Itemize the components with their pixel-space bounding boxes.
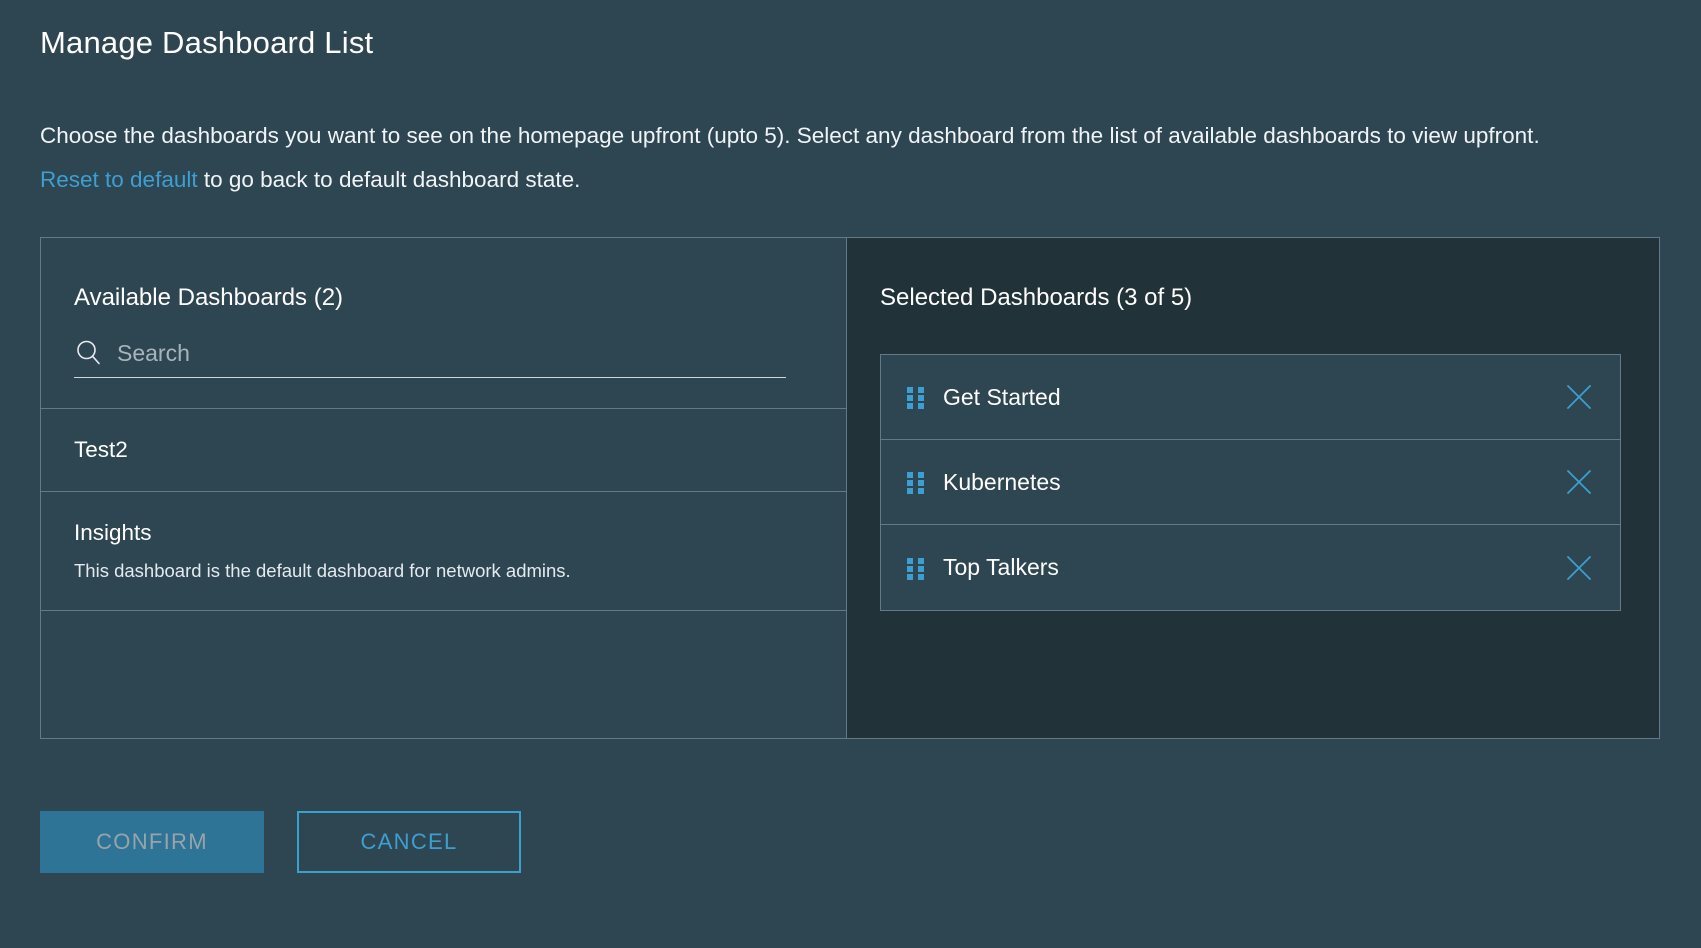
drag-handle-icon[interactable]: [903, 555, 929, 581]
available-dashboards-list: Test2 Insights This dashboard is the def…: [41, 409, 846, 611]
selected-panel-header: Selected Dashboards (3 of 5): [847, 238, 1659, 312]
available-item-name: Test2: [74, 437, 128, 462]
drag-handle-icon[interactable]: [903, 469, 929, 495]
list-item[interactable]: Insights This dashboard is the default d…: [41, 492, 846, 611]
close-icon[interactable]: [1564, 553, 1594, 583]
available-dashboards-panel: Available Dashboards (2) Test2 Insights …: [41, 238, 847, 738]
dashboard-panels: Available Dashboards (2) Test2 Insights …: [40, 237, 1660, 739]
page-title: Manage Dashboard List: [40, 25, 374, 60]
list-item[interactable]: Test2: [41, 409, 846, 492]
confirm-button[interactable]: CONFIRM: [40, 811, 264, 873]
table-row[interactable]: Top Talkers: [881, 525, 1620, 610]
selected-dashboards-heading: Selected Dashboards (3 of 5): [880, 284, 1193, 311]
description-after-link: to go back to default dashboard state.: [197, 167, 581, 192]
search-field[interactable]: [74, 338, 786, 378]
available-dashboards-heading: Available Dashboards (2): [74, 284, 344, 311]
search-icon: [77, 340, 100, 365]
drag-handle-icon[interactable]: [903, 384, 929, 410]
available-item-description: This dashboard is the default dashboard …: [74, 560, 571, 581]
manage-dashboard-list-dialog: Manage Dashboard List Choose the dashboa…: [0, 0, 1701, 948]
description-text: Choose the dashboards you want to see on…: [40, 114, 1600, 202]
selected-item-name: Get Started: [943, 383, 1061, 410]
selected-item-name: Top Talkers: [943, 554, 1059, 580]
available-panel-header: Available Dashboards (2): [41, 238, 846, 409]
table-row[interactable]: Get Started: [881, 355, 1620, 440]
table-row[interactable]: Kubernetes: [881, 440, 1620, 525]
description-before-link: Choose the dashboards you want to see on…: [40, 123, 1540, 148]
available-item-name: Insights: [74, 520, 152, 545]
search-input[interactable]: [117, 339, 786, 367]
close-icon[interactable]: [1564, 382, 1594, 412]
cancel-button[interactable]: CANCEL: [297, 811, 521, 873]
available-list-empty-space: [41, 611, 846, 738]
selected-dashboards-list: Get Started Kubernetes Top Talkers: [880, 354, 1621, 611]
dialog-footer: CONFIRM CANCEL: [40, 811, 1661, 873]
close-icon[interactable]: [1564, 467, 1594, 497]
selected-item-name: Kubernetes: [943, 468, 1061, 495]
reset-to-default-link[interactable]: Reset to default: [40, 167, 198, 192]
selected-dashboards-panel: Selected Dashboards (3 of 5) Get Started: [847, 238, 1659, 738]
